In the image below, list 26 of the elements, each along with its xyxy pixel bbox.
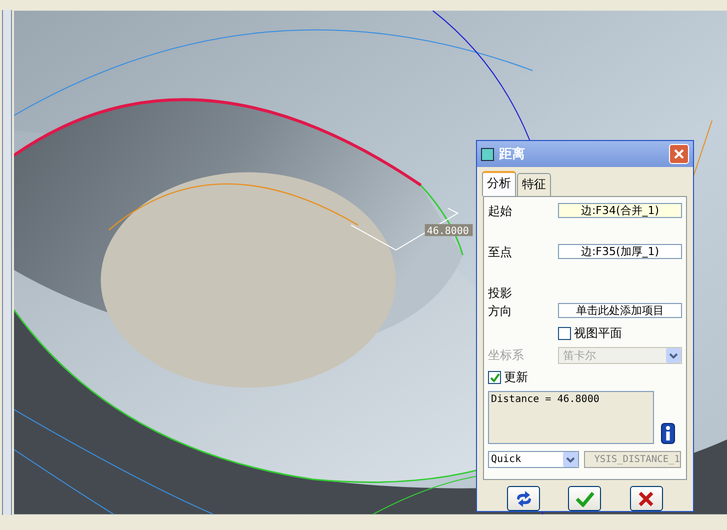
tab[interactable]: 特征 — [517, 173, 551, 196]
field-label: 至点 — [488, 244, 513, 261]
checkmark-icon — [574, 490, 595, 506]
refresh-button[interactable] — [507, 486, 540, 511]
input-field[interactable]: 边:F34(合并_1) — [558, 203, 682, 218]
view-plane-checkbox[interactable]: 视图平面 — [558, 325, 622, 342]
result-output: Distance = 46.8000 — [488, 391, 654, 444]
field-label: 起始 — [488, 203, 513, 220]
input-field[interactable]: 边:F35(加厚_1) — [558, 244, 682, 259]
cancel-button[interactable] — [630, 486, 663, 511]
cube-icon — [481, 148, 494, 160]
field-label: 坐标系 — [488, 347, 525, 364]
close-icon — [673, 148, 685, 160]
mode-dropdown[interactable]: Quick — [488, 451, 579, 468]
ok-button[interactable] — [568, 486, 602, 511]
section-label: 投影 — [488, 285, 513, 302]
field-label: 方向 — [488, 303, 513, 320]
input-field[interactable]: 单击此处添加项目 — [558, 303, 682, 318]
cross-icon — [637, 490, 656, 506]
dimension-label: 46.8000 — [426, 226, 469, 238]
tab[interactable]: 分析 — [482, 171, 516, 196]
checkmark-icon — [490, 372, 500, 382]
close-button[interactable] — [669, 144, 689, 164]
info-icon[interactable] — [661, 423, 675, 444]
window-title: 距离 — [499, 146, 526, 163]
update-checkbox[interactable]: 更新 — [488, 369, 528, 386]
